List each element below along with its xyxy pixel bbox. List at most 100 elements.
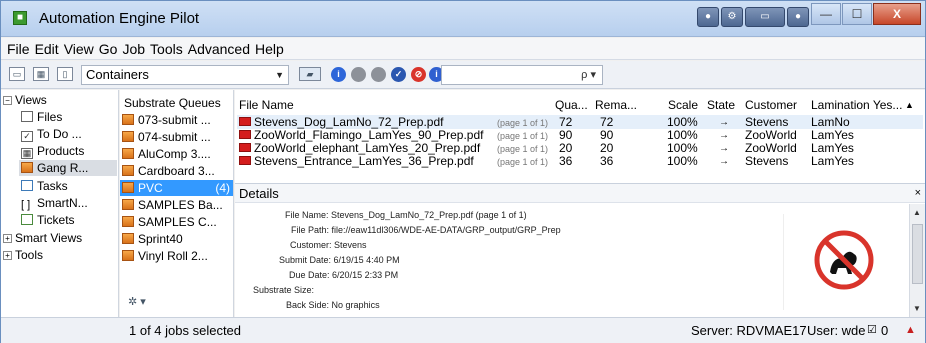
scrollbar-thumb[interactable] [912,224,923,284]
queue-icon [122,199,134,210]
queue-item[interactable]: Sprint40 [122,231,183,247]
queues-pane: Substrate Queues 073-submit ... 074-subm… [120,90,234,317]
menu-go[interactable]: Go [99,41,118,57]
queue-item[interactable]: SAMPLES Ba... [122,197,223,213]
brackets-icon: [ ] [21,199,31,211]
count-icon: ☑ [867,324,877,336]
menu-file[interactable]: File [7,41,30,57]
title-bar: ■ Automation Engine Pilot ● ⚙ ▭ ● — ☐ X [1,1,925,37]
count-status: 0 [881,323,889,338]
scroll-up-icon[interactable]: ▲ [913,208,921,217]
expand-icon[interactable]: + [3,234,12,243]
row-page: (page 1 of 1) [497,118,549,128]
minimize-button[interactable]: — [811,3,841,25]
sort-up-icon[interactable]: ▲ [905,96,914,114]
queue-item[interactable]: 074-submit ... [122,129,211,145]
column-customer[interactable]: Customer [745,96,797,114]
queue-icon [122,182,134,193]
panel-icon[interactable]: ▭ [745,7,785,27]
queue-item[interactable]: SAMPLES C... [122,214,217,230]
row-scale: 100% [667,154,698,168]
row-customer: Stevens [745,154,789,168]
app-icon: ■ [13,11,27,25]
selection-status: 1 of 4 jobs selected [129,323,242,338]
file-icon [21,111,33,122]
info-icon[interactable]: i [331,67,346,82]
error-icon[interactable]: ⊘ [411,67,426,82]
queue-item-selected[interactable]: PVC (4) [120,180,233,196]
grid-view-icon[interactable]: ▦ [33,67,49,81]
running-icon[interactable] [371,67,386,82]
close-button[interactable]: X [873,3,921,25]
smart-views-header[interactable]: + Smart Views [3,230,82,246]
menu-edit[interactable]: Edit [35,41,59,57]
queue-item[interactable]: Cardboard 3... [122,163,215,179]
view-item-tasks[interactable]: Tasks [21,178,68,194]
chevron-down-icon: ▼ [275,70,284,80]
maximize-button[interactable]: ☐ [842,3,872,25]
details-scrollbar[interactable]: ▲ ▼ [909,204,925,317]
queue-item[interactable]: AluComp 3.... [122,146,211,162]
waiting-icon[interactable] [351,67,366,82]
pdf-icon [239,130,251,139]
queue-icon [122,131,134,142]
view-item-smartnames[interactable]: [ ] SmartN... [21,195,88,211]
view-item-gang-run[interactable]: Gang R... [19,160,117,176]
view-item-todo[interactable]: ✓ To Do ... [21,126,82,142]
settings-icon[interactable]: ⚙ [721,7,743,27]
detail-file-path: File Path: file://eaw11dl306/WDE-AE-DATA… [291,225,561,235]
column-remaining[interactable]: Rema... [595,96,637,114]
done-icon[interactable]: ✓ [391,67,406,82]
new-folder-icon[interactable]: ▰ [299,67,321,81]
products-icon: ▦ [21,148,33,159]
column-scale[interactable]: Scale [668,96,698,114]
column-lamination[interactable]: Lamination Yes... [811,96,902,114]
column-state[interactable]: State [707,96,735,114]
tools-header[interactable]: + Tools [3,247,43,263]
search-input[interactable]: ρ ▾ [441,65,603,85]
column-file-name[interactable]: File Name [239,96,294,114]
queue-item[interactable]: 073-submit ... [122,112,211,128]
state-arrow-icon: → [719,143,729,154]
state-arrow-icon: → [719,117,729,128]
state-arrow-icon: → [719,156,729,167]
panel-toggle-icon[interactable]: ▯ [57,67,73,81]
server-icon[interactable]: ● [697,7,719,27]
monitor-icon[interactable]: ▭ [9,67,25,81]
detail-customer: Customer: Stevens [290,240,367,250]
row-file[interactable]: Stevens_Entrance_LamYes_36_Prep.pdf [239,155,474,168]
expand-icon[interactable]: + [3,251,12,260]
window-controls: — ☐ X [811,3,921,25]
menu-help[interactable]: Help [255,41,284,57]
gear-menu-icon[interactable]: ✲ ▾ [128,294,146,310]
view-item-tickets[interactable]: Tickets [21,212,75,228]
search-icon[interactable]: ρ ▾ [581,68,596,81]
queue-item[interactable]: Vinyl Roll 2... [122,248,208,264]
menu-view[interactable]: View [64,41,94,57]
menu-job[interactable]: Job [122,41,145,57]
collapse-icon[interactable]: − [3,96,12,105]
menu-advanced[interactable]: Advanced [188,41,250,57]
scroll-down-icon[interactable]: ▼ [913,304,921,313]
view-item-products[interactable]: ▦ Products [21,143,84,159]
close-icon[interactable]: × [915,184,921,203]
menu-tools[interactable]: Tools [150,41,183,57]
detail-submit-date: Submit Date: 6/19/15 4:40 PM [279,255,400,265]
alert-icon[interactable]: ▲ [905,318,916,343]
queue-icon [122,148,134,159]
pdf-icon [239,156,251,165]
view-item-files[interactable]: Files [21,109,62,125]
record-icon[interactable]: ● [787,7,809,27]
tasks-icon [21,180,33,191]
details-header: Details × [235,183,925,203]
view-selector[interactable]: Containers ▼ [81,65,289,85]
status-bar: 1 of 4 jobs selected Server: RDVMAE17 Us… [1,317,925,343]
view-selector-value: Containers [86,67,149,82]
title-tools: ● ⚙ ▭ ● [697,7,809,29]
column-quantity[interactable]: Qua... [555,96,588,114]
app-window: ■ Automation Engine Pilot ● ⚙ ▭ ● — ☐ X … [0,0,926,343]
no-dogs-sign-icon [814,230,874,290]
detail-back-side: Back Side: No graphics [286,300,380,310]
views-header[interactable]: − Views [3,92,47,108]
queue-icon [122,216,134,227]
